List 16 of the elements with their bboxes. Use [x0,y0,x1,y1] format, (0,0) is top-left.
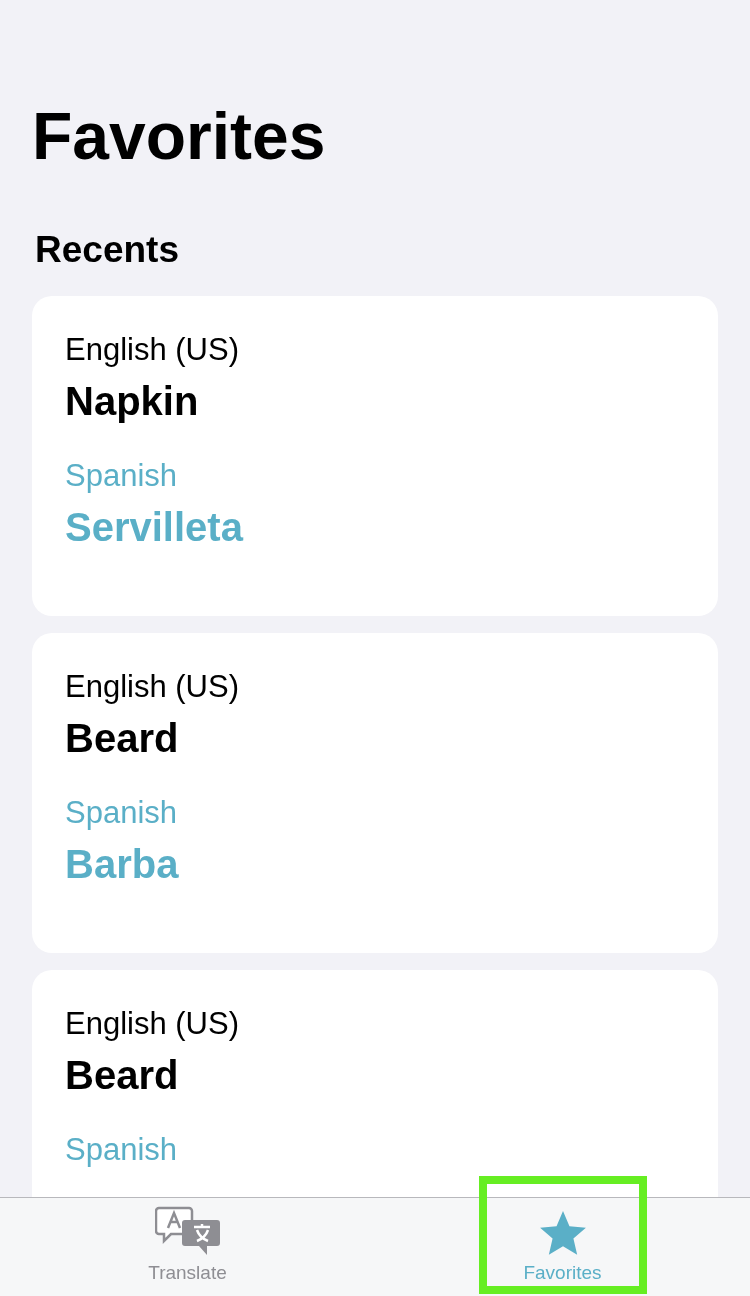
page-title: Favorites [32,98,326,175]
source-phrase: Beard [65,715,179,762]
source-language: English (US) [65,331,239,369]
translation-card[interactable]: English (US) Napkin Spanish Servilleta [32,296,718,616]
translation-card[interactable]: English (US) Beard Spanish Barba [32,633,718,953]
source-phrase: Napkin [65,378,199,425]
target-language: Spanish [65,794,178,832]
source-phrase: Beard [65,1052,179,1099]
source-language: English (US) [65,668,239,706]
target-language: Spanish [65,1131,178,1169]
source-language: English (US) [65,1005,239,1043]
target-phrase: Servilleta [65,504,243,551]
target-language: Spanish [65,457,178,495]
target-phrase: Barba [65,841,179,888]
translation-card[interactable]: English (US) Beard Spanish [32,970,718,1197]
section-heading: Recents [35,228,179,272]
